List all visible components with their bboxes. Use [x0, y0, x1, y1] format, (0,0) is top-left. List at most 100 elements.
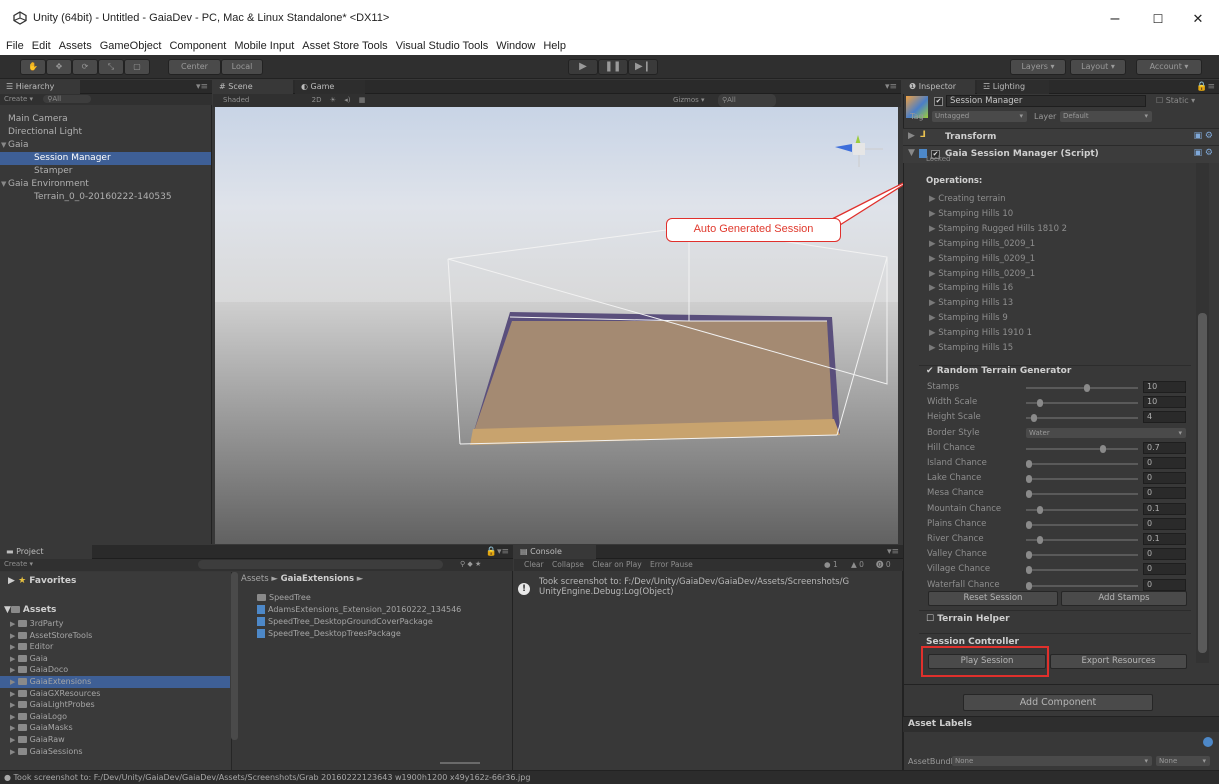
tab-project[interactable]: ▬ Project — [0, 545, 92, 559]
twod-toggle[interactable]: 2D — [312, 96, 322, 104]
tab-scene[interactable]: # Scene — [213, 80, 293, 94]
project-folder[interactable]: ▶ GaiaRaw — [0, 734, 230, 746]
project-folder[interactable]: ▶ 3rdParty — [0, 618, 230, 630]
hierarchy-item[interactable]: Session Manager — [0, 152, 211, 165]
static-toggle[interactable]: ☐ Static ▾ — [1156, 96, 1195, 105]
param-slider-knob[interactable] — [1036, 536, 1043, 544]
param-value-field[interactable]: 0 — [1143, 548, 1186, 561]
param-value-field[interactable]: 10 — [1143, 396, 1186, 409]
param-value-field[interactable]: 10 — [1143, 381, 1186, 393]
scene-menu-icon[interactable]: ▾≡ — [885, 82, 897, 92]
param-slider-knob[interactable] — [1026, 551, 1032, 560]
project-folder[interactable]: ▶ GaiaMasks — [0, 722, 230, 734]
asset-bundle-dropdown[interactable]: None ▾ — [952, 756, 1152, 766]
hierarchy-item[interactable]: ▼ Gaia — [0, 139, 211, 152]
tab-lighting[interactable]: ☲ Lighting — [977, 80, 1049, 94]
terrain-helper-foldout[interactable]: ☐ Terrain Helper — [926, 614, 1010, 624]
console-collapse-button[interactable]: Collapse — [552, 560, 584, 569]
reset-session-button[interactable]: Reset Session — [928, 591, 1058, 606]
tree-scrollbar[interactable] — [231, 572, 238, 740]
hand-tool-button[interactable]: ✋ — [20, 59, 46, 75]
maximize-button[interactable]: ☐ — [1138, 8, 1178, 30]
param-slider-knob[interactable] — [1084, 384, 1091, 392]
operation-item[interactable]: ▶ Stamping Hills 9 — [929, 311, 1008, 325]
operation-item[interactable]: ▶ Stamping Rugged Hills 1810 2 — [929, 222, 1067, 236]
scene-search-input[interactable]: ⚲All — [718, 94, 776, 107]
project-folder[interactable]: ▶ GaiaLightProbes — [0, 699, 230, 711]
param-slider-track[interactable] — [1026, 493, 1138, 496]
param-value-field[interactable]: 0 — [1143, 472, 1186, 485]
panel-menu-icon[interactable]: ▾≡ — [196, 82, 208, 92]
menu-mobile-input[interactable]: Mobile Input — [234, 37, 294, 55]
project-menu-icon[interactable]: 🔒▾≡ — [486, 547, 509, 557]
layer-dropdown[interactable]: Default ▾ — [1060, 111, 1152, 122]
console-clear-button[interactable]: Clear — [524, 560, 544, 569]
param-slider-track[interactable] — [1026, 478, 1138, 481]
operation-item[interactable]: ▶ Stamping Hills 15 — [929, 341, 1013, 355]
shading-mode-dropdown[interactable]: Shaded — [223, 96, 249, 104]
param-value-field[interactable]: 0.1 — [1143, 533, 1186, 545]
menu-asset-store-tools[interactable]: Asset Store Tools — [302, 37, 387, 55]
tag-dropdown[interactable]: Untagged ▾ — [932, 111, 1027, 122]
pivot-center-toggle[interactable]: Center — [168, 59, 221, 75]
error-filter-toggle[interactable]: ⓿ 0 — [876, 559, 891, 570]
filter-icons[interactable]: ⚲ ◆ ★ — [460, 559, 481, 570]
param-value-field[interactable]: 0.1 — [1143, 502, 1186, 515]
layout-dropdown[interactable]: Layout ▾ — [1070, 59, 1126, 75]
menu-file[interactable]: File — [6, 37, 24, 55]
pivot-local-toggle[interactable]: Local — [221, 59, 263, 75]
operation-item[interactable]: ▶ Stamping Hills 16 — [929, 281, 1013, 295]
param-slider-knob[interactable] — [1026, 581, 1032, 590]
play-button[interactable]: ▶ — [568, 59, 598, 75]
zoom-slider[interactable] — [440, 762, 480, 764]
operation-item[interactable]: ▶ Stamping Hills_0209_1 — [929, 267, 1035, 281]
menu-component[interactable]: Component — [169, 37, 226, 55]
hierarchy-create-button[interactable]: Create ▾ — [4, 95, 33, 103]
param-slider-knob[interactable] — [1036, 399, 1043, 408]
random-terrain-generator-foldout[interactable]: ✔ Random Terrain Generator — [926, 366, 1071, 376]
param-value-field[interactable]: 0 — [1143, 517, 1186, 530]
favorites-node[interactable]: ▶ ★ Favorites — [8, 575, 76, 588]
audio-toggle-icon[interactable]: ◂) — [344, 96, 350, 104]
param-value-field[interactable]: 0 — [1143, 563, 1186, 576]
operation-item[interactable]: ▶ Stamping Hills_0209_1 — [929, 252, 1035, 266]
param-slider-knob[interactable] — [1036, 505, 1043, 514]
export-resources-button[interactable]: Export Resources — [1050, 654, 1187, 669]
menu-assets[interactable]: Assets — [59, 37, 92, 55]
light-toggle-icon[interactable]: ☀ — [330, 96, 336, 104]
tab-inspector[interactable]: ❶ Inspector — [903, 80, 975, 94]
param-slider-track[interactable] — [1026, 387, 1138, 389]
operation-item[interactable]: ▶ Stamping Hills 13 — [929, 296, 1013, 310]
active-checkbox[interactable]: ✔ — [934, 97, 943, 106]
param-slider-track[interactable] — [1026, 402, 1138, 405]
menu-gameobject[interactable]: GameObject — [100, 37, 162, 55]
warning-filter-toggle[interactable]: ▲ 0 — [851, 559, 864, 570]
hierarchy-item[interactable]: Stamper — [0, 165, 211, 178]
param-slider-track[interactable] — [1026, 539, 1138, 541]
param-value-field[interactable]: 0.7 — [1143, 441, 1186, 454]
hierarchy-item[interactable]: Terrain_0_0-20160222-140535 — [0, 191, 211, 204]
param-value-field[interactable]: 0 — [1143, 487, 1186, 500]
rotate-tool-button[interactable]: ⟳ — [72, 59, 98, 75]
close-button[interactable]: ✕ — [1178, 8, 1218, 30]
move-tool-button[interactable]: ✥ — [46, 59, 72, 75]
operation-item[interactable]: ▶ Stamping Hills_0209_1 — [929, 237, 1035, 251]
param-slider-knob[interactable] — [1026, 460, 1032, 468]
rect-tool-button[interactable]: ▢ — [124, 59, 150, 75]
operation-item[interactable]: ▶ Stamping Hills 10 — [929, 207, 1013, 221]
tab-game[interactable]: ◐ Game — [295, 80, 365, 94]
project-file[interactable]: SpeedTree_DesktopTreesPackage — [257, 627, 401, 640]
param-slider-track[interactable] — [1026, 523, 1138, 526]
project-folder[interactable]: ▶ GaiaDoco — [0, 664, 230, 676]
info-filter-toggle[interactable]: ● 1 — [824, 559, 838, 570]
console-clear-on-play-button[interactable]: Clear on Play — [592, 560, 641, 569]
param-slider-track[interactable] — [1026, 508, 1138, 511]
project-create-button[interactable]: Create ▾ — [4, 560, 33, 568]
breadcrumb-current[interactable]: GaiaExtensions — [281, 574, 354, 584]
border-style-dropdown[interactable]: Water ▾ — [1026, 427, 1186, 438]
project-folder[interactable]: ▶ Editor — [0, 641, 230, 653]
project-folder[interactable]: ▶ AssetStoreTools — [0, 630, 230, 642]
param-slider-knob[interactable] — [1026, 475, 1032, 484]
step-button[interactable]: ▶❙ — [628, 59, 658, 75]
menu-visual-studio-tools[interactable]: Visual Studio Tools — [396, 37, 489, 55]
